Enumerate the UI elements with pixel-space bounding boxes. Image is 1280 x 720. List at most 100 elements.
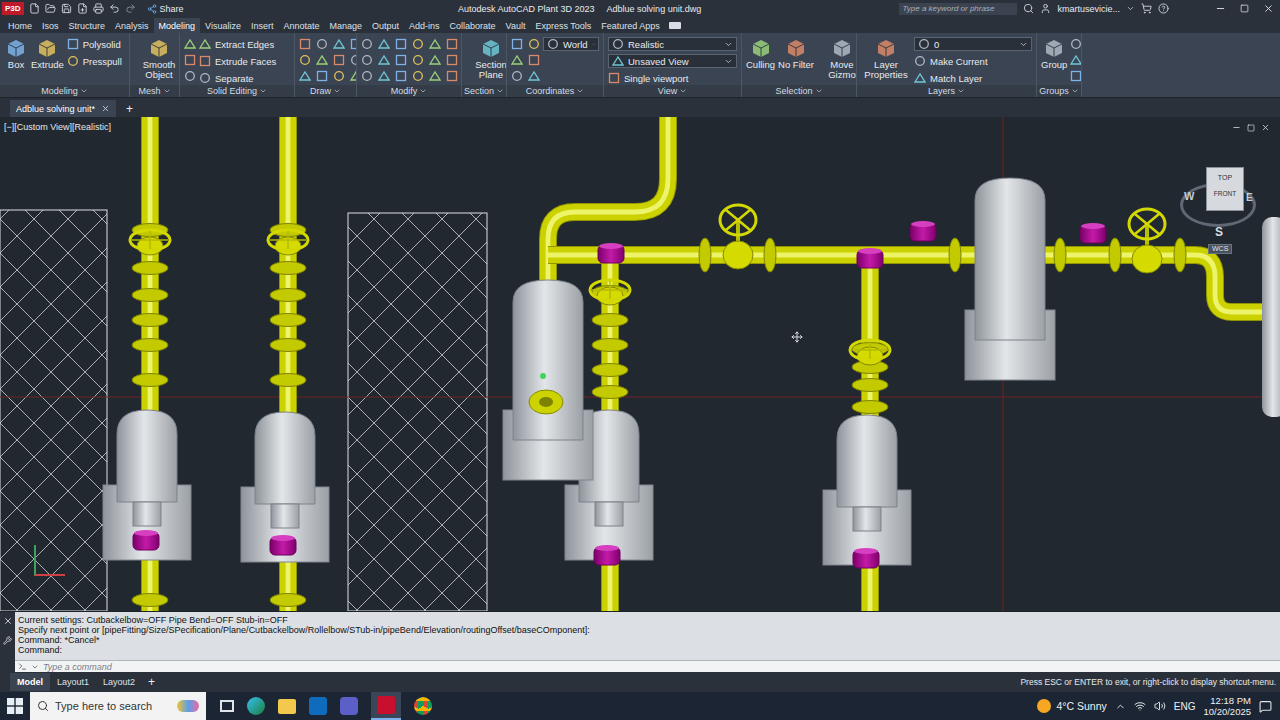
edge-icon[interactable] — [247, 697, 265, 715]
tool-icon[interactable] — [429, 70, 441, 82]
valve[interactable] — [130, 230, 170, 255]
tool-icon[interactable] — [1070, 70, 1081, 82]
tank[interactable] — [965, 178, 1055, 380]
tool-icon[interactable] — [446, 54, 458, 66]
new-tab-button[interactable]: + — [122, 100, 137, 117]
ribbon-dropdown[interactable]: 0 — [914, 37, 1032, 51]
tool-icon[interactable] — [350, 54, 356, 66]
ribbon-small-button[interactable]: Extrude Faces — [199, 54, 290, 68]
tool-icon[interactable] — [333, 54, 345, 66]
nozzle-cap[interactable] — [598, 243, 624, 263]
nozzle-cap[interactable] — [853, 548, 879, 568]
tool-icon[interactable] — [914, 55, 926, 67]
flange[interactable] — [270, 594, 306, 607]
flange[interactable] — [764, 238, 776, 272]
tool-icon[interactable] — [395, 54, 407, 66]
save-icon[interactable] — [61, 3, 72, 14]
flange[interactable] — [949, 238, 961, 272]
ribbon-dropdown[interactable]: Realistic — [608, 37, 737, 51]
dropdown-chevron-icon[interactable] — [724, 40, 733, 49]
autocad-task-icon[interactable] — [371, 692, 401, 720]
dropdown-chevron-icon[interactable] — [724, 57, 733, 66]
add-layout-button[interactable]: + — [142, 676, 161, 688]
tool-icon[interactable] — [511, 38, 523, 50]
panel-expand-icon[interactable] — [80, 87, 88, 95]
tool-icon[interactable] — [67, 55, 79, 67]
pump[interactable] — [241, 412, 329, 562]
close-command-icon[interactable] — [3, 616, 13, 626]
customize-icon[interactable] — [3, 636, 12, 645]
explorer-icon[interactable] — [278, 699, 296, 714]
ribbon-tab[interactable]: Insert — [246, 18, 279, 33]
ribbon-large-button[interactable]: Group — [1041, 36, 1067, 70]
ribbon-small-button[interactable]: Make Current — [914, 54, 1032, 68]
print-icon[interactable] — [93, 3, 104, 14]
tool-icon[interactable] — [918, 38, 930, 50]
tool-icon[interactable] — [395, 38, 407, 50]
ribbon-tab[interactable]: Collaborate — [445, 18, 501, 33]
open-icon[interactable] — [45, 3, 56, 14]
share-button[interactable]: Share — [147, 4, 184, 14]
network-icon[interactable] — [1134, 700, 1146, 712]
tool-icon[interactable] — [184, 54, 196, 66]
panel-expand-icon[interactable] — [496, 87, 504, 95]
tool-icon[interactable] — [333, 70, 345, 82]
flange[interactable] — [1054, 238, 1066, 272]
language-indicator[interactable]: ENG — [1174, 701, 1196, 712]
flange[interactable] — [852, 401, 888, 414]
ribbon-small-button[interactable]: Extract Edges — [199, 37, 290, 51]
ribbon-panel-title[interactable]: Mesh — [130, 85, 179, 97]
ribbon-large-button[interactable]: Extrude — [31, 36, 64, 70]
equipment[interactable] — [1262, 217, 1280, 417]
tool-icon[interactable] — [511, 54, 523, 66]
ribbon-panel-title[interactable]: Section — [462, 85, 506, 97]
command-prompt-icon[interactable] — [18, 662, 27, 671]
flange[interactable] — [1174, 238, 1186, 272]
tool-icon[interactable] — [299, 70, 311, 82]
tool-icon[interactable] — [361, 38, 373, 50]
pump[interactable] — [823, 415, 911, 565]
flange[interactable] — [592, 314, 628, 327]
tray-overflow-icon[interactable] — [1115, 701, 1126, 712]
ribbon-options-icon[interactable] — [669, 22, 681, 29]
valve[interactable] — [1129, 209, 1165, 273]
viewcube[interactable]: TOPFRONTWESWCS — [1178, 163, 1258, 263]
tool-icon[interactable] — [316, 54, 328, 66]
ribbon-tab[interactable]: Express Tools — [530, 18, 596, 33]
cart-icon[interactable] — [1141, 3, 1152, 14]
flange[interactable] — [132, 289, 168, 302]
dropdown-chevron-icon[interactable] — [1019, 40, 1028, 49]
tool-icon[interactable] — [361, 54, 373, 66]
tool-icon[interactable] — [350, 38, 356, 50]
tool-icon[interactable] — [446, 38, 458, 50]
new-file-icon[interactable] — [29, 3, 40, 14]
tool-icon[interactable] — [184, 70, 196, 82]
help-search-field[interactable]: Type a keyword or phrase — [899, 3, 1017, 15]
tool-icon[interactable] — [361, 70, 373, 82]
document-tab[interactable]: Adblue solving unit* — [10, 100, 116, 117]
ribbon-panel-title[interactable]: Modeling — [0, 85, 129, 97]
compass-south[interactable]: S — [1215, 226, 1223, 239]
ribbon-tab[interactable]: Visualize — [200, 18, 246, 33]
tool-icon[interactable] — [528, 54, 540, 66]
tool-icon[interactable] — [412, 54, 424, 66]
task-view-icon[interactable] — [220, 700, 234, 712]
ribbon-panel-title[interactable]: Draw — [295, 85, 356, 97]
teams-icon[interactable] — [340, 697, 358, 715]
user-name[interactable]: kmartusevicie... — [1057, 4, 1120, 14]
app-badge[interactable]: P3D — [2, 2, 24, 15]
help-icon[interactable] — [1158, 3, 1169, 14]
tool-icon[interactable] — [1070, 38, 1081, 50]
ribbon-large-button[interactable]: Box — [4, 36, 28, 70]
ribbon-panel-title[interactable]: Solid Editing — [180, 85, 294, 97]
dropdown-chevron-icon[interactable] — [592, 40, 595, 49]
panel-expand-icon[interactable] — [679, 87, 687, 95]
ribbon-large-button[interactable]: Layer Properties — [861, 36, 911, 80]
ribbon-tab[interactable]: Structure — [64, 18, 111, 33]
tool-icon[interactable] — [528, 38, 540, 50]
tool-icon[interactable] — [333, 38, 345, 50]
tank-nozzle[interactable] — [529, 390, 563, 414]
ribbon-panel-title[interactable]: View — [604, 85, 741, 97]
ribbon-large-button[interactable]: No Filter — [778, 36, 814, 70]
undo-icon[interactable] — [109, 3, 120, 14]
